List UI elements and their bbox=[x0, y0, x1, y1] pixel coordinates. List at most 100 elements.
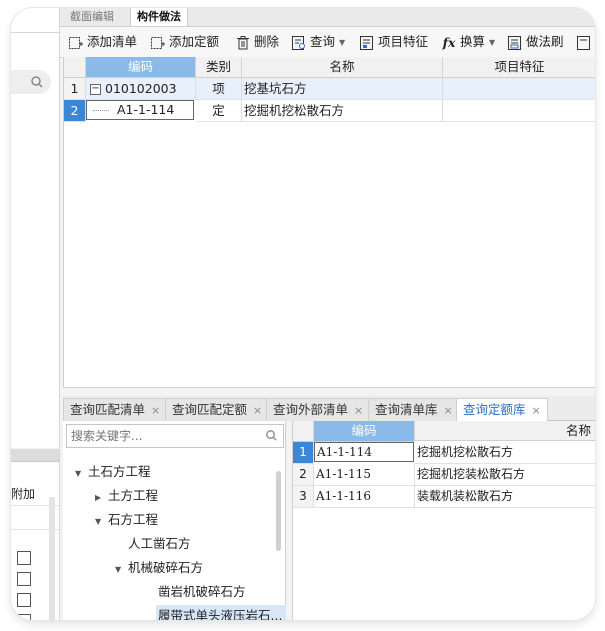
table-row[interactable]: 2 A1-1-114 定 挖掘机挖松散石方 bbox=[64, 100, 595, 122]
tree-connector bbox=[93, 110, 109, 111]
name-cell[interactable]: 挖掘机挖松散石方 bbox=[242, 100, 443, 122]
tab-section-edit[interactable]: 截面编辑 bbox=[64, 8, 120, 26]
table-row[interactable]: 3 A1-1-116 装载机装松散石方 bbox=[293, 486, 595, 508]
close-icon[interactable]: × bbox=[532, 404, 541, 417]
close-icon[interactable]: × bbox=[444, 404, 453, 417]
tree-node-label: 履带式单头液压岩石... bbox=[158, 608, 283, 620]
tab-label: 查询定额库 bbox=[463, 402, 526, 417]
close-icon[interactable]: × bbox=[151, 404, 160, 417]
query-label: 查询 bbox=[310, 34, 336, 49]
delete-button[interactable]: 删除 bbox=[235, 33, 279, 51]
trash-icon bbox=[237, 35, 249, 49]
delete-label: 删除 bbox=[254, 34, 280, 49]
item-feature-label: 项目特征 bbox=[378, 34, 429, 49]
code-cell[interactable]: A1-1-114 bbox=[314, 442, 414, 462]
tab-label: 查询匹配定额 bbox=[172, 402, 248, 417]
query-dropdown[interactable]: 查询 ▼ bbox=[291, 33, 345, 51]
code-cell[interactable]: A1-1-116 bbox=[314, 486, 415, 508]
column-header-type[interactable]: 类别 bbox=[196, 57, 242, 78]
table-row[interactable]: 1 A1-1-114 挖掘机挖松散石方 bbox=[293, 442, 595, 464]
tree-node-crawler-hydraulic[interactable]: 履带式单头液压岩石... bbox=[156, 605, 287, 620]
tab-label: 查询外部清单 bbox=[273, 402, 349, 417]
method-brush-icon bbox=[508, 35, 521, 50]
toolbar: 添加清单 添加定额 删除 查询 ▼ 项目特征 fx 换算 ▼ 做法刷 bbox=[60, 27, 595, 58]
close-icon[interactable]: × bbox=[253, 404, 262, 417]
document-icon bbox=[577, 35, 590, 50]
method-brush-button[interactable]: 做法刷 bbox=[507, 33, 564, 51]
convert-label: 换算 bbox=[460, 34, 486, 49]
left-bottom-panel: 附加 bbox=[11, 449, 60, 620]
tree-search-input[interactable] bbox=[69, 426, 263, 446]
tree-node-earthwork-stone[interactable]: ▼ 土石方工程 bbox=[75, 461, 151, 483]
tree-node-rock-drill[interactable]: 凿岩机破碎石方 bbox=[158, 581, 246, 603]
query-tab-strip: 查询匹配清单 × 查询匹配定额 × 查询外部清单 × 查询清单库 × 查询定额库 × bbox=[63, 396, 595, 421]
type-cell[interactable]: 定 bbox=[196, 100, 242, 122]
attach-checkbox[interactable] bbox=[17, 551, 31, 565]
tab-match-quota[interactable]: 查询匹配定额 × bbox=[165, 398, 270, 421]
column-header-code[interactable]: 编码 bbox=[314, 421, 415, 442]
name-cell[interactable]: 挖掘机挖松散石方 bbox=[415, 442, 595, 464]
expand-toggle-icon[interactable]: ▼ bbox=[75, 463, 85, 485]
add-quota-label: 添加定额 bbox=[169, 34, 220, 49]
tree-node-manual-chisel[interactable]: 人工凿石方 bbox=[128, 533, 191, 555]
add-list-label: 添加清单 bbox=[87, 34, 138, 49]
attach-checkbox[interactable] bbox=[17, 593, 31, 607]
convert-dropdown[interactable]: fx 换算 ▼ bbox=[441, 33, 496, 51]
tree-node-label: 凿岩机破碎石方 bbox=[158, 584, 246, 599]
attach-checkbox[interactable] bbox=[17, 614, 31, 620]
close-icon[interactable]: × bbox=[354, 404, 363, 417]
tab-label: 查询清单库 bbox=[375, 402, 438, 417]
row-number: 1 bbox=[64, 78, 86, 100]
query-icon bbox=[292, 35, 305, 50]
tree-node-mechanical-breaking[interactable]: ▼ 机械破碎石方 bbox=[115, 557, 203, 579]
feature-cell[interactable] bbox=[443, 100, 595, 122]
chevron-down-icon: ▼ bbox=[489, 37, 496, 47]
search-icon[interactable] bbox=[264, 428, 279, 443]
add-quota-icon bbox=[151, 36, 165, 49]
name-cell[interactable]: 挖基坑石方 bbox=[242, 78, 443, 100]
expand-toggle-icon[interactable]: ▼ bbox=[95, 511, 105, 533]
function-icon: fx bbox=[442, 34, 456, 50]
tab-component-method[interactable]: 构件做法 bbox=[130, 8, 188, 26]
row-number: 1 bbox=[293, 442, 314, 464]
left-bottom-header bbox=[11, 449, 59, 462]
tree-search-box[interactable] bbox=[66, 424, 284, 448]
tab-list-library[interactable]: 查询清单库 × bbox=[368, 398, 460, 421]
column-header-name[interactable]: 名称 bbox=[415, 421, 595, 441]
collapse-icon[interactable]: − bbox=[90, 84, 101, 95]
attach-checkbox[interactable] bbox=[17, 572, 31, 586]
tab-external-list[interactable]: 查询外部清单 × bbox=[266, 398, 371, 421]
column-header-code[interactable]: 编码 bbox=[86, 57, 196, 78]
table-row[interactable]: 1 −010102003 项 挖基坑石方 bbox=[64, 78, 595, 100]
left-search-field[interactable] bbox=[11, 70, 51, 94]
table-row[interactable]: 2 A1-1-115 挖掘机挖装松散石方 bbox=[293, 464, 595, 486]
method-brush-label: 做法刷 bbox=[526, 34, 564, 49]
editor-tab-strip: 截面编辑 构件做法 bbox=[60, 8, 595, 27]
tree-scrollbar[interactable] bbox=[276, 471, 281, 551]
app-window: 附加 截面编辑 构件做法 添加清单 添加定额 删除 查询 ▼ 项目特征 fx 换算 ▼ bbox=[11, 8, 595, 620]
code-cell[interactable]: −010102003 bbox=[86, 78, 196, 100]
column-header-name[interactable]: 名称 bbox=[242, 57, 443, 78]
tree-node-label: 土石方工程 bbox=[88, 464, 151, 479]
item-feature-button[interactable]: 项目特征 bbox=[359, 33, 428, 51]
left-scrollbar[interactable] bbox=[49, 497, 55, 620]
add-list-button[interactable]: 添加清单 bbox=[68, 33, 137, 51]
code-cell[interactable]: A1-1-115 bbox=[314, 464, 415, 486]
code-cell[interactable]: A1-1-114 bbox=[86, 100, 194, 120]
type-cell[interactable]: 项 bbox=[196, 78, 242, 100]
feature-cell[interactable] bbox=[443, 78, 595, 100]
expand-toggle-icon[interactable]: ▼ bbox=[115, 559, 125, 581]
tab-quota-library[interactable]: 查询定额库 × bbox=[456, 398, 548, 421]
column-header-feature[interactable]: 项目特征 bbox=[443, 57, 595, 78]
add-quota-button[interactable]: 添加定额 bbox=[150, 33, 219, 51]
tree-node-stonework[interactable]: ▼ 石方工程 bbox=[95, 509, 158, 531]
row-number: 2 bbox=[64, 100, 86, 122]
name-cell[interactable]: 挖掘机挖装松散石方 bbox=[415, 464, 595, 486]
more-toolbar-button[interactable] bbox=[576, 33, 595, 51]
method-grid: 编码 类别 名称 项目特征 1 −010102003 项 挖基坑石方 2 A1-… bbox=[63, 57, 595, 388]
name-cell[interactable]: 装载机装松散石方 bbox=[415, 486, 595, 508]
code-value: A1-1-114 bbox=[117, 102, 175, 117]
tab-match-list[interactable]: 查询匹配清单 × bbox=[63, 398, 168, 421]
expand-toggle-icon[interactable]: ▶ bbox=[95, 487, 105, 509]
tree-node-earthwork[interactable]: ▶ 土方工程 bbox=[95, 485, 158, 507]
